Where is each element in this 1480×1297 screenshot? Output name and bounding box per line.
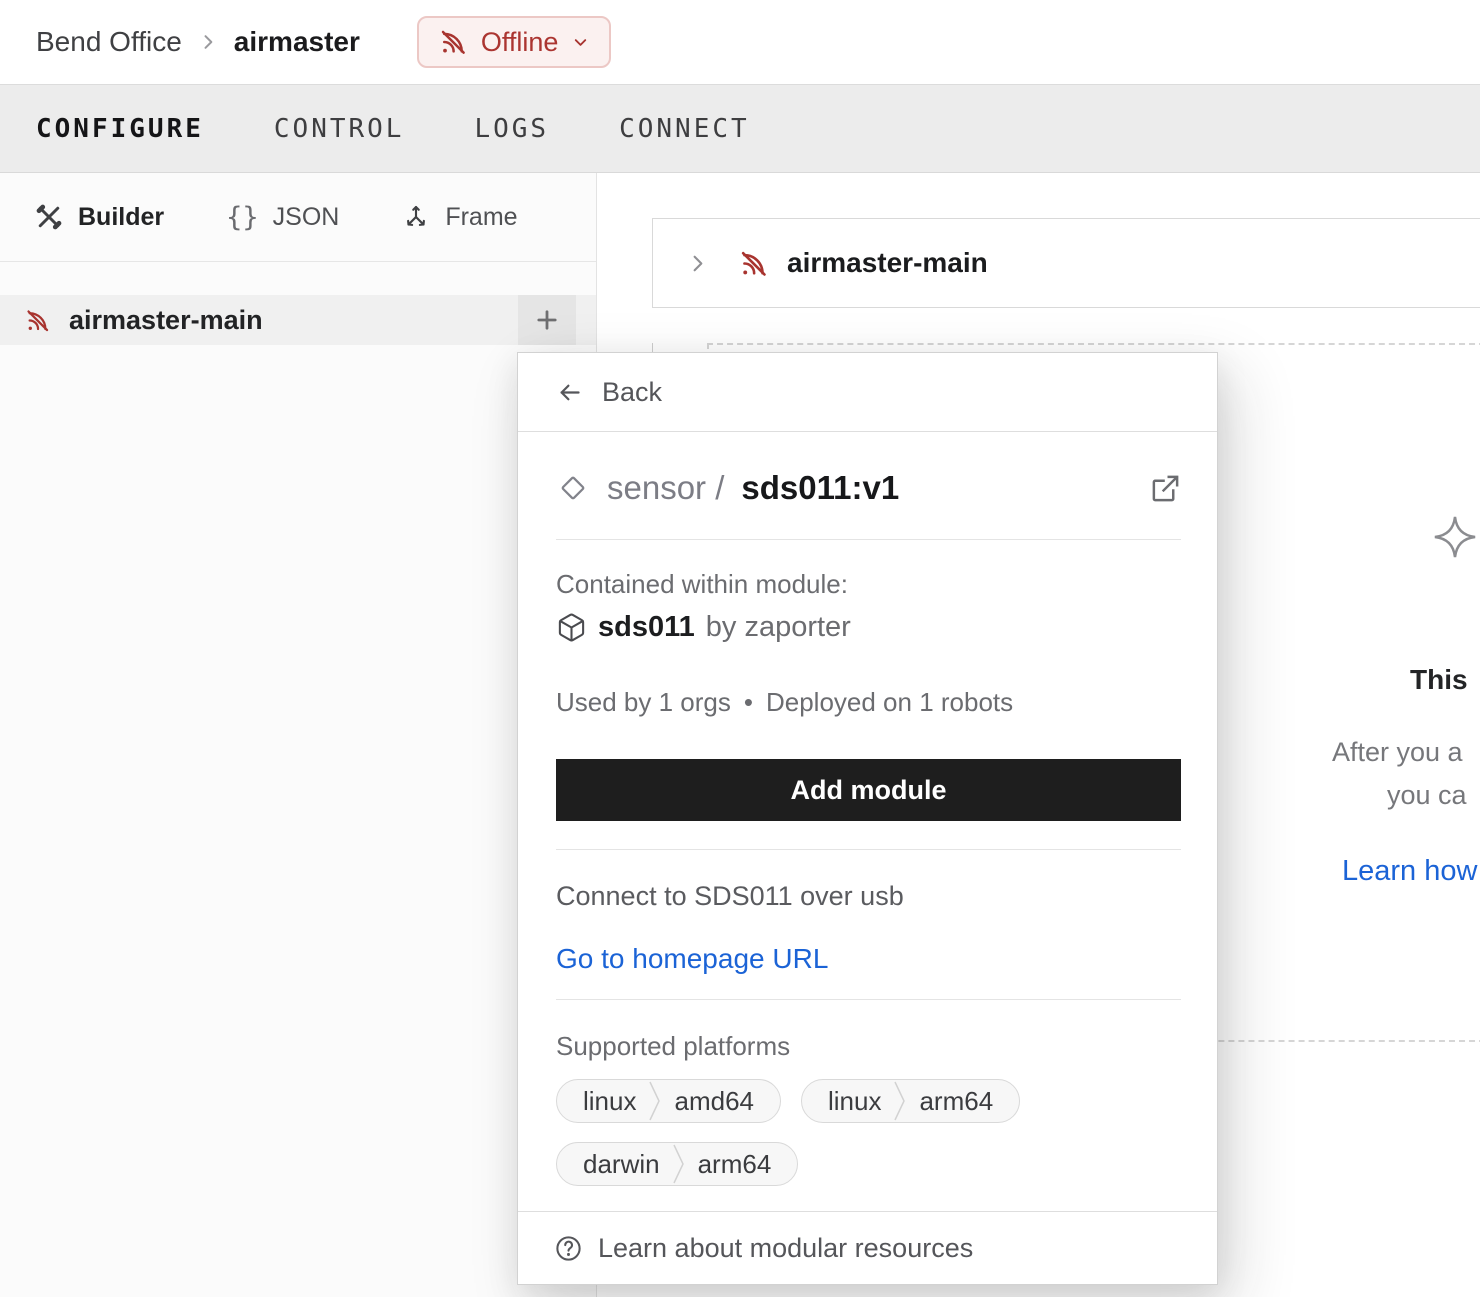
platform-arch: amd64 [662,1086,780,1117]
frame-axes-icon [401,202,431,232]
module-usage-stats: Used by 1 orgs • Deployed on 1 robots [556,687,1013,718]
chevron-divider-icon [648,1079,662,1123]
add-component-button[interactable] [518,295,576,345]
machine-status-dropdown[interactable]: Offline [417,16,612,68]
add-module-button[interactable]: Add module [556,759,1181,821]
divider [556,849,1181,850]
divider [556,539,1181,540]
sparkle-icon [1432,514,1478,560]
learn-about-modular-resources-link[interactable]: Learn about modular resources [518,1211,1217,1284]
header-bar: Bend Office airmaster Offline [0,0,1480,84]
footer-link-label: Learn about modular resources [598,1233,973,1264]
config-sidebar: Builder {} JSON Frame [0,173,597,1297]
mode-builder[interactable]: Builder [34,202,164,232]
deployed-on-stat: Deployed on 1 robots [766,687,1013,718]
question-circle-icon [554,1234,583,1263]
resource-detail-popover: Back sensor / sds011:v1 Contained within… [517,352,1218,1285]
part-card-title: airmaster-main [787,247,988,279]
tab-logs[interactable]: LOGS [474,114,549,144]
supported-platforms-label: Supported platforms [556,1031,790,1062]
tab-configure[interactable]: CONFIGURE [36,114,204,144]
sidebar-item-airmaster-main[interactable]: airmaster-main [0,295,596,345]
app-window: Bend Office airmaster Offline CONFIGURE … [0,0,1480,1297]
platform-os: linux [557,1086,648,1117]
machine-tab-bar: CONFIGURE CONTROL LOGS CONNECT [0,84,1480,173]
plus-icon [533,306,561,334]
resource-title-row: sensor / sds011:v1 [556,459,1181,517]
platform-arch: arm64 [686,1149,798,1180]
wifi-off-icon [438,27,468,57]
status-badge: Offline [481,27,559,58]
platform-os: linux [802,1086,893,1117]
mode-json[interactable]: {} JSON [226,202,339,233]
chevron-right-icon [686,252,709,275]
contained-within-label: Contained within module: [556,569,848,600]
stat-separator-dot: • [744,687,753,718]
platform-pill-darwin-arm64: darwin arm64 [556,1142,798,1186]
chevron-divider-icon [893,1079,907,1123]
platform-pill-linux-arm64: linux arm64 [801,1079,1020,1123]
tools-icon [34,202,64,232]
used-by-stat: Used by 1 orgs [556,687,731,718]
module-description: Connect to SDS011 over usb [556,881,904,912]
package-icon [556,612,587,643]
breadcrumb-machine-name: airmaster [234,26,360,58]
chevron-divider-icon [672,1142,686,1186]
divider [556,999,1181,1000]
platform-pill-linux-amd64: linux amd64 [556,1079,781,1123]
arrow-left-icon [556,379,583,406]
breadcrumb-org-link[interactable]: Bend Office [36,26,182,58]
divider [652,343,653,352]
mode-frame[interactable]: Frame [401,202,517,232]
braces-icon: {} [226,202,259,233]
homepage-url-link[interactable]: Go to homepage URL [556,943,828,975]
external-link-icon[interactable] [1150,473,1181,504]
module-author: by zaporter [706,611,851,644]
wifi-off-icon [738,248,769,279]
module-row: sds011 by zaporter [556,611,851,644]
empty-state-description-line1: After you a [1332,737,1463,768]
part-card-airmaster-main[interactable]: airmaster-main [652,218,1480,308]
sidebar-mode-bar: Builder {} JSON Frame [0,173,596,262]
chevron-down-icon [571,33,590,52]
wifi-off-icon [24,307,51,334]
empty-state-description-line2: you ca [1387,780,1467,811]
mode-frame-label: Frame [445,203,517,232]
back-button[interactable]: Back [518,353,1217,432]
resource-model: sds011:v1 [741,469,899,507]
empty-state-heading: This [1410,664,1468,696]
back-label: Back [602,377,662,408]
platform-arch: arm64 [907,1086,1019,1117]
mode-builder-label: Builder [78,203,164,232]
tab-control[interactable]: CONTROL [274,114,405,144]
platform-pill-list: linux amd64 linux arm64 darwin arm64 [556,1079,1181,1186]
diamond-icon [556,471,590,505]
tab-connect[interactable]: CONNECT [619,114,750,144]
module-name: sds011 [598,611,695,644]
mode-json-label: JSON [273,203,340,232]
resource-kind: sensor / [607,469,724,507]
platform-os: darwin [557,1149,672,1180]
sidebar-part-name: airmaster-main [69,305,263,336]
learn-how-link[interactable]: Learn how [1342,855,1477,888]
chevron-right-icon [198,32,218,52]
